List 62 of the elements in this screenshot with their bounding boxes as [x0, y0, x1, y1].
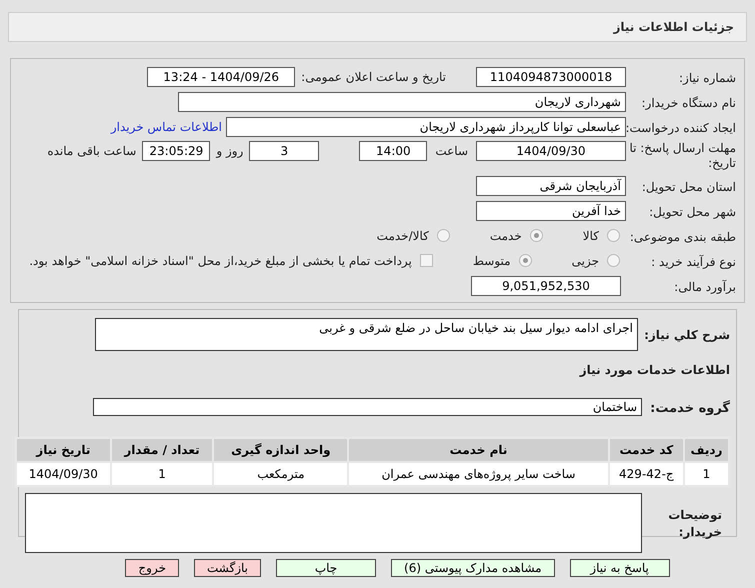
- description-textarea[interactable]: اجرای ادامه دیوار سیل بند خیابان ساحل در ضلع شرقی و غربی: [95, 318, 638, 351]
- province-field: آذربایجان شرقی: [476, 176, 626, 196]
- action-button[interactable]: چاپ: [276, 559, 376, 577]
- radio-button[interactable]: [607, 229, 620, 242]
- action-button[interactable]: پاسخ به نیاز: [570, 559, 670, 577]
- table-cell: ج-42-429: [608, 462, 684, 486]
- column-header: تعداد / مقدار: [110, 438, 214, 462]
- field-label: طبقه بندی موضوعی:: [630, 230, 736, 244]
- page-title: جزئیات اطلاعات نیاز: [613, 19, 734, 36]
- field-label: کالا: [582, 228, 599, 244]
- announce-date-field: 1404/09/26 - 13:24: [147, 66, 296, 86]
- radio-button[interactable]: [518, 254, 532, 267]
- deadline-time-field: 14:00: [359, 141, 428, 161]
- city-field: خدا آفرین: [476, 200, 626, 220]
- table-cell: مترمکعب: [213, 462, 348, 486]
- field-label: نام دستگاه خریدار:: [642, 96, 736, 110]
- field-label: گروه خدمت:: [650, 401, 730, 416]
- service-group-field: ساختمان: [93, 398, 642, 416]
- buyer-field: شهرداری لاریجان: [178, 92, 626, 112]
- table-cell: ساخت سایر پروژه‌های مهندسی عمران: [348, 462, 609, 486]
- column-header: کد خدمت: [608, 438, 684, 462]
- creator-field: عباسعلی توانا کارپرداز شهرداری لاریجان: [226, 116, 626, 136]
- table-cell: 1: [110, 462, 214, 486]
- field-label: خدمت: [490, 228, 522, 244]
- field-label: توضیحات خریدار:: [667, 507, 722, 541]
- column-header: واحد اندازه گیری: [213, 438, 348, 462]
- radio-button[interactable]: [607, 254, 620, 267]
- field-label: ساعت: [435, 143, 468, 160]
- section-heading: اطلاعات خدمات مورد نیاز: [580, 363, 730, 377]
- field-label: روز و: [216, 143, 244, 160]
- action-button[interactable]: بازگشت: [194, 559, 261, 577]
- buyer-contact-link[interactable]: اطلاعات تماس خریدار: [110, 118, 222, 136]
- deadline-date-field: 1404/09/30: [476, 141, 626, 161]
- field-label: کالا/خدمت: [376, 228, 429, 244]
- radio-button[interactable]: [530, 229, 543, 242]
- field-label: ساعت باقی مانده: [47, 143, 136, 160]
- field-label: شرح کلي نياز:: [644, 328, 730, 342]
- action-button[interactable]: خروج: [125, 559, 179, 577]
- field-label: شماره نیاز:: [679, 70, 736, 84]
- action-button[interactable]: مشاهده مدارک پیوستی (6): [391, 559, 555, 577]
- checkbox[interactable]: [420, 254, 433, 267]
- radio-button[interactable]: [436, 229, 450, 242]
- field-label: استان محل تحویل:: [642, 180, 736, 194]
- field-label: متوسط: [472, 252, 511, 270]
- table-cell: 1404/09/30: [16, 462, 111, 486]
- field-label: ایجاد کننده درخواست:: [625, 120, 736, 134]
- field-label: مهلت ارسال پاسخ: تا تاریخ:: [628, 141, 736, 171]
- field-label: برآورد مالی:: [674, 280, 736, 294]
- need-number-field: 1104094873000018: [476, 66, 626, 86]
- field-label: پرداخت تمام یا بخشی از مبلغ خرید،از محل "اسناد خزانه اسلامی" خواهد بود.: [29, 252, 412, 270]
- field-label: تاریخ و ساعت اعلان عمومی:: [301, 68, 446, 86]
- column-header: ردیف: [684, 438, 729, 462]
- field-label: شهر محل تحویل:: [649, 204, 736, 218]
- field-label: جزیی: [572, 252, 599, 270]
- notes-textarea[interactable]: [25, 493, 642, 553]
- remaining-time-field: 23:05:29: [142, 141, 210, 161]
- days-field: 3: [249, 141, 320, 161]
- column-header: تاریخ نیاز: [16, 438, 111, 462]
- field-label: نوع فرآیند خرید :: [651, 254, 736, 268]
- budget-field: 9,051,952,530: [471, 276, 621, 296]
- column-header: نام خدمت: [348, 438, 609, 462]
- table-cell: 1: [684, 462, 729, 486]
